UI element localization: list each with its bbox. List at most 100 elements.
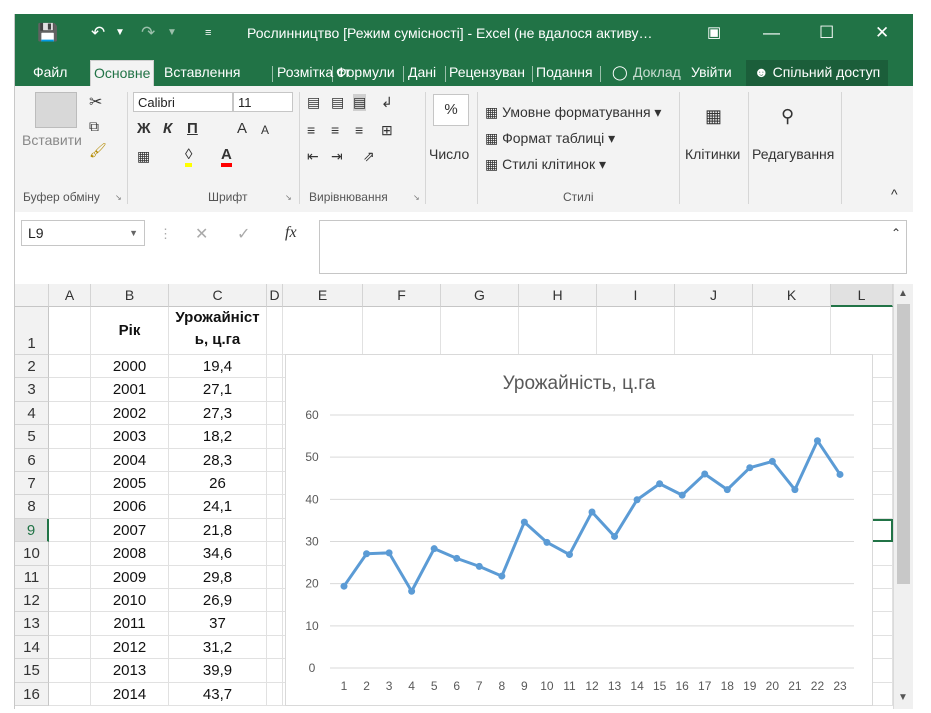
wrap-text-icon[interactable]: ↲: [381, 94, 393, 111]
empty-cell[interactable]: [49, 378, 91, 402]
font-launcher-icon[interactable]: ↘: [285, 193, 292, 202]
empty-cell[interactable]: [49, 542, 91, 566]
row-header[interactable]: 8: [15, 495, 49, 519]
year-cell[interactable]: 2009: [91, 565, 169, 589]
scroll-thumb[interactable]: [897, 304, 910, 584]
cells-button[interactable]: Клітинки: [685, 146, 740, 162]
column-header-e[interactable]: E: [283, 284, 363, 307]
increase-indent-icon[interactable]: ⇥: [331, 148, 343, 165]
empty-cell[interactable]: [267, 355, 283, 379]
save-icon[interactable]: 💾: [37, 22, 58, 44]
name-box-dropdown-icon[interactable]: ▼: [129, 221, 138, 245]
formula-input[interactable]: [319, 220, 907, 274]
column-header-b[interactable]: B: [91, 284, 169, 307]
empty-cell[interactable]: [441, 307, 519, 355]
align-top-icon[interactable]: ▤: [307, 94, 320, 111]
yield-cell[interactable]: 39,9: [169, 659, 267, 683]
align-bottom-icon[interactable]: ▤: [353, 94, 367, 111]
column-header-h[interactable]: H: [519, 284, 597, 307]
customize-toolbar-icon[interactable]: ≡: [205, 22, 211, 44]
empty-cell[interactable]: [49, 518, 91, 543]
empty-cell[interactable]: [597, 307, 675, 355]
vertical-scrollbar[interactable]: ▲ ▼: [893, 284, 913, 709]
empty-cell[interactable]: [49, 355, 91, 379]
year-cell[interactable]: 2002: [91, 401, 169, 426]
conditional-formatting-button[interactable]: ▦ Умовне форматування ▾: [485, 104, 661, 121]
paste-button[interactable]: Вставити: [22, 132, 82, 148]
year-cell[interactable]: 2014: [91, 682, 169, 706]
yield-cell[interactable]: 27,3: [169, 401, 267, 426]
column-header-i[interactable]: I: [597, 284, 675, 307]
empty-cell[interactable]: [267, 401, 283, 426]
scroll-down-icon[interactable]: ▼: [898, 692, 908, 703]
format-painter-icon[interactable]: 🖌: [89, 142, 107, 159]
format-as-table-button[interactable]: ▦ Формат таблиці ▾: [485, 130, 615, 147]
undo-dropdown-icon[interactable]: ▼: [115, 22, 125, 44]
empty-cell[interactable]: [267, 378, 283, 402]
alignment-launcher-icon[interactable]: ↘: [413, 193, 420, 202]
row-header[interactable]: 2: [15, 355, 49, 379]
empty-cell[interactable]: [49, 565, 91, 589]
tab-review[interactable]: Рецензуван: [449, 60, 531, 86]
year-cell[interactable]: 2003: [91, 425, 169, 449]
yield-cell[interactable]: 18,2: [169, 425, 267, 449]
empty-cell[interactable]: [283, 307, 363, 355]
yield-cell[interactable]: 19,4: [169, 355, 267, 379]
tab-file[interactable]: Файл: [33, 60, 67, 86]
fill-color-icon[interactable]: ◊: [185, 146, 193, 167]
column-header-l[interactable]: L: [831, 284, 893, 307]
yield-cell[interactable]: 24,1: [169, 495, 267, 519]
tab-formulas[interactable]: Формули: [336, 60, 395, 86]
empty-cell[interactable]: [267, 542, 283, 566]
empty-cell[interactable]: [49, 307, 91, 355]
column-header-a[interactable]: A: [49, 284, 91, 307]
collapse-ribbon-icon[interactable]: ^: [891, 186, 898, 202]
yield-header[interactable]: Урожайніст ь, ц.га: [169, 307, 267, 355]
minimize-button[interactable]: —: [763, 22, 780, 44]
align-right-icon[interactable]: ≡: [355, 122, 363, 138]
line-chart[interactable]: Урожайність, ц.га 0 10 20 30 40 50 60 1 2 3 4 5 6 7 8 9 1…: [285, 354, 873, 706]
cell-styles-button[interactable]: ▦ Стилі клітинок ▾: [485, 156, 606, 173]
share-button[interactable]: ☻ Спільний доступ: [746, 60, 889, 86]
shrink-font-button[interactable]: A: [261, 123, 269, 137]
yield-cell[interactable]: 21,8: [169, 518, 267, 543]
align-center-icon[interactable]: ≡: [331, 122, 339, 138]
empty-cell[interactable]: [675, 307, 753, 355]
align-left-icon[interactable]: ≡: [307, 122, 315, 138]
bold-button[interactable]: Ж: [137, 120, 151, 137]
sign-in-link[interactable]: Увійти: [691, 60, 732, 86]
merge-center-icon[interactable]: ⊞: [381, 122, 393, 139]
yield-cell[interactable]: 28,3: [169, 448, 267, 472]
empty-cell[interactable]: [49, 589, 91, 613]
maximize-button[interactable]: ☐: [819, 22, 834, 44]
yield-cell[interactable]: 37: [169, 612, 267, 636]
empty-cell[interactable]: [49, 659, 91, 683]
number-format-button[interactable]: Число: [429, 146, 469, 162]
year-cell[interactable]: 2008: [91, 542, 169, 566]
tab-home[interactable]: Основне: [90, 60, 155, 87]
percent-icon[interactable]: %: [433, 94, 469, 126]
empty-cell[interactable]: [519, 307, 597, 355]
enter-icon[interactable]: ✓: [237, 224, 250, 244]
underline-button[interactable]: П: [187, 120, 198, 137]
empty-cell[interactable]: [267, 589, 283, 613]
row-header[interactable]: 7: [15, 472, 49, 496]
tab-data[interactable]: Дані: [408, 60, 436, 86]
empty-cell[interactable]: [49, 472, 91, 496]
italic-button[interactable]: К: [163, 120, 172, 137]
empty-cell[interactable]: [49, 635, 91, 660]
empty-cell[interactable]: [267, 495, 283, 519]
row-header[interactable]: 1: [15, 307, 49, 355]
yield-cell[interactable]: 31,2: [169, 635, 267, 660]
empty-cell[interactable]: [49, 495, 91, 519]
row-header[interactable]: 12: [15, 589, 49, 613]
column-header-f[interactable]: F: [363, 284, 441, 307]
row-header[interactable]: 13: [15, 612, 49, 636]
year-cell[interactable]: 2010: [91, 589, 169, 613]
empty-cell[interactable]: [267, 565, 283, 589]
empty-cell[interactable]: [753, 307, 831, 355]
empty-cell[interactable]: [267, 682, 283, 706]
empty-cell[interactable]: [49, 682, 91, 706]
row-header[interactable]: 9: [15, 518, 49, 543]
row-header[interactable]: 14: [15, 635, 49, 660]
